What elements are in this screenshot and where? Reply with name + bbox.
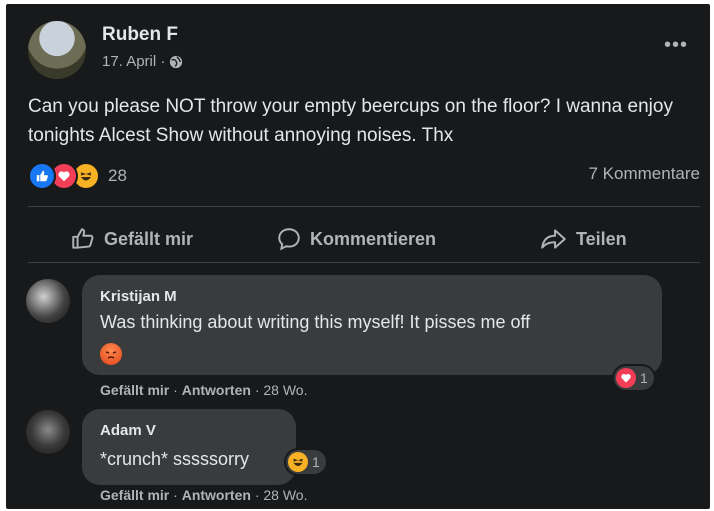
comment-text: *crunch* sssssorry [100, 449, 250, 469]
post-date[interactable]: 17. April · [102, 53, 165, 70]
comment-bubble: Adam V *crunch* sssssorry [82, 409, 296, 485]
thumbs-up-icon [72, 228, 94, 249]
post-author-name[interactable]: Ruben F [102, 24, 178, 46]
comment-icon [278, 228, 300, 251]
comment-time[interactable]: · 28 Wo. [255, 382, 308, 398]
comment-count-link[interactable]: 7 Kommentare [589, 164, 701, 184]
author-avatar[interactable] [28, 21, 86, 79]
post-card: Ruben F 17. April · ••• Can you please N… [6, 4, 710, 509]
comment-button[interactable]: Kommentieren [276, 226, 436, 252]
share-button[interactable]: Teilen [540, 226, 627, 252]
commenter-avatar[interactable] [26, 410, 70, 454]
haha-icon [288, 452, 308, 472]
commenter-avatar[interactable] [26, 279, 70, 323]
globe-icon [170, 55, 183, 68]
comment-author[interactable]: Adam V [100, 422, 156, 439]
comment-like-link[interactable]: Gefällt mir [100, 382, 169, 398]
comment-time[interactable]: · 28 Wo. [255, 487, 308, 503]
share-icon [541, 229, 566, 249]
reaction-count: 1 [640, 370, 648, 386]
reaction-count: 28 [108, 166, 127, 185]
reaction-count: 1 [312, 454, 320, 470]
divider [28, 262, 700, 263]
comment-text: Was thinking about writing this myself! … [100, 312, 531, 332]
like-button[interactable]: Gefällt mir [70, 226, 193, 252]
comment-bubble: Kristijan M Was thinking about writing t… [82, 275, 662, 375]
comment-reply-link[interactable]: Antworten [182, 487, 251, 503]
comment-like-link[interactable]: Gefällt mir [100, 487, 169, 503]
comment-reply-link[interactable]: Antworten [182, 382, 251, 398]
like-icon [28, 162, 56, 190]
angry-emoji [100, 343, 122, 365]
share-label: Teilen [576, 228, 627, 249]
comment-label: Kommentieren [310, 228, 437, 249]
comment-meta: Gefällt mir · Antworten · 28 Wo. [100, 382, 308, 398]
comment-author[interactable]: Kristijan M [100, 288, 177, 305]
reactions-summary[interactable]: 28 [28, 162, 127, 190]
like-label: Gefällt mir [104, 228, 194, 249]
post-meta: 17. April · [102, 53, 183, 70]
post-text: Can you please NOT throw your empty beer… [28, 96, 673, 146]
comment-meta: Gefällt mir · Antworten · 28 Wo. [100, 487, 308, 503]
divider [28, 206, 700, 207]
comment-reaction-badge[interactable]: 1 [286, 450, 326, 474]
comment-reaction-badge[interactable]: 1 [614, 366, 654, 390]
more-options-icon[interactable]: ••• [664, 34, 688, 57]
love-icon [616, 368, 636, 388]
